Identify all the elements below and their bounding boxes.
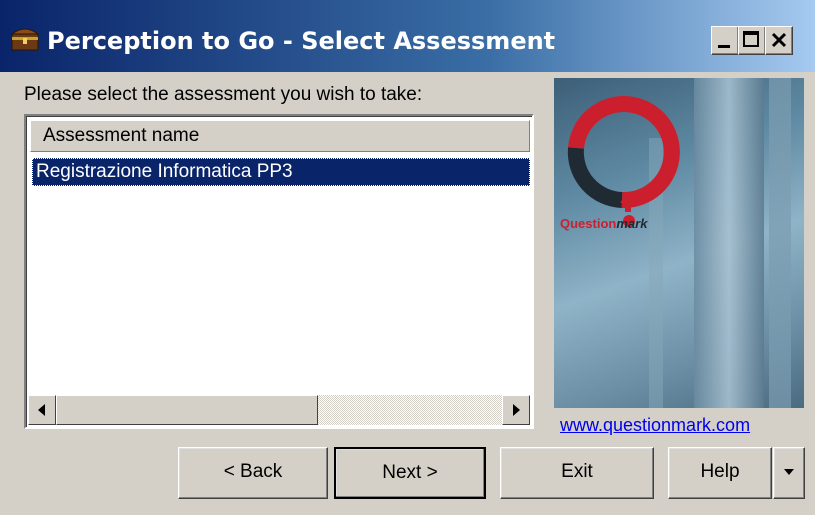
next-button-label: Next > (382, 462, 438, 483)
questionmark-website-link[interactable]: www.questionmark.com (560, 415, 750, 436)
help-menu-button[interactable] (773, 447, 805, 499)
selection-prompt: Please select the assessment you wish to… (24, 84, 423, 105)
column-header-assessment-name[interactable]: Assessment name (30, 120, 530, 152)
column-header-label: Assessment name (43, 125, 200, 146)
window-title: Perception to Go - Select Assessment (47, 27, 556, 55)
arrow-left-icon (29, 404, 55, 428)
help-button[interactable]: Help (668, 447, 772, 499)
arrow-right-icon (503, 404, 529, 428)
chevron-down-icon (774, 469, 804, 501)
scroll-right-button[interactable] (502, 395, 530, 425)
close-button[interactable] (765, 26, 793, 55)
minimize-button[interactable] (711, 26, 739, 55)
back-button[interactable]: < Back (178, 447, 328, 499)
list-item[interactable]: Registrazione Informatica PP3 (32, 158, 530, 186)
questionmark-logo-image: Questionmark (554, 78, 804, 408)
maximize-button[interactable] (738, 26, 766, 55)
app-icon (10, 26, 40, 52)
title-bar[interactable]: Perception to Go - Select Assessment (0, 0, 815, 72)
exit-button[interactable]: Exit (500, 447, 654, 499)
assessment-list[interactable]: Assessment name Registrazione Informatic… (24, 114, 534, 429)
scroll-left-button[interactable] (28, 395, 56, 425)
forest-background-art: Questionmark (560, 78, 791, 408)
horizontal-scrollbar[interactable] (28, 395, 530, 425)
brand-logo-text: Questionmark (560, 216, 648, 231)
scrollbar-thumb[interactable] (56, 395, 318, 425)
next-button[interactable]: Next > (334, 447, 486, 499)
